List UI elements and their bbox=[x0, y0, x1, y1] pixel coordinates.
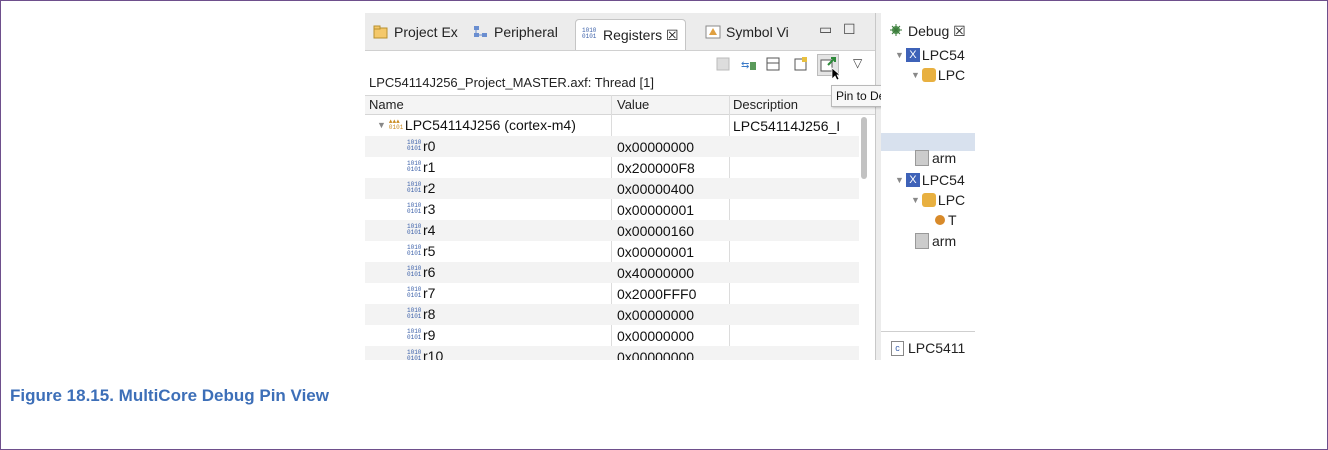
table-row[interactable]: 1010 0101 r9 0x00000000 bbox=[365, 325, 859, 346]
maximize-button[interactable]: ☐ bbox=[843, 21, 856, 38]
thread-context-label: LPC54114J256_Project_MASTER.axf: Thread … bbox=[369, 75, 654, 90]
register-name: 1010 0101 r6 bbox=[407, 264, 436, 280]
binary-icon: 1010 0101 bbox=[407, 349, 422, 361]
registers-toolbar: ⇆ ▽ bbox=[365, 51, 875, 81]
binary-icon: 1010 0101 bbox=[407, 139, 422, 152]
c-file-icon: c bbox=[891, 340, 904, 356]
register-value[interactable]: 0x00000000 bbox=[617, 307, 694, 323]
number-format-icon[interactable]: ⇆ bbox=[741, 56, 757, 72]
symbol-icon bbox=[705, 25, 721, 39]
peripheral-icon bbox=[473, 25, 489, 39]
binary-icon: 1010 0101 bbox=[407, 265, 422, 278]
layout-icon[interactable] bbox=[765, 56, 781, 72]
vertical-scrollbar[interactable] bbox=[861, 117, 867, 179]
process-icon bbox=[921, 68, 936, 82]
file-icon bbox=[915, 233, 929, 249]
table-row[interactable]: 1010 0101 r3 0x00000001 bbox=[365, 199, 859, 220]
table-row[interactable]: 1010 0101 r4 0x00000160 bbox=[365, 220, 859, 241]
binary-icon: 1010 0101 bbox=[407, 181, 422, 194]
tab-symbol-viewer[interactable]: Symbol Vi bbox=[705, 20, 789, 44]
column-description-header[interactable]: Description bbox=[733, 97, 798, 112]
table-row[interactable]: 1010 0101 r5 0x00000001 bbox=[365, 241, 859, 262]
register-name: 1010 0101 r3 bbox=[407, 201, 436, 217]
selection-highlight bbox=[881, 133, 975, 151]
register-group-description: LPC54114J256_I bbox=[733, 118, 841, 134]
tab-registers[interactable]: 1010 0101 Registers ☒ bbox=[575, 19, 686, 50]
tree-item-launch[interactable]: ▼ X LPC54 bbox=[895, 47, 965, 63]
figure-caption: Figure 18.15. MultiCore Debug Pin View bbox=[10, 386, 329, 405]
register-value[interactable]: 0x40000000 bbox=[617, 265, 694, 281]
debug-icon bbox=[889, 23, 903, 40]
svg-text:⇆: ⇆ bbox=[741, 60, 749, 71]
register-name: 1010 0101 r9 bbox=[407, 327, 436, 343]
column-value-header[interactable]: Value bbox=[617, 97, 649, 112]
tree-item-arm[interactable]: arm bbox=[915, 150, 956, 166]
tree-item-arm[interactable]: arm bbox=[915, 233, 956, 249]
binary-icon: 1010 0101 bbox=[407, 202, 422, 215]
binary-icon: 1010 0101 bbox=[407, 223, 422, 236]
new-view-icon[interactable] bbox=[793, 56, 809, 72]
register-name: 1010 0101 r10 bbox=[407, 348, 444, 361]
table-row[interactable]: 1010 0101 r8 0x00000000 bbox=[365, 304, 859, 325]
register-value[interactable]: 0x00000000 bbox=[617, 349, 694, 360]
table-row[interactable]: 1010 0101 r6 0x40000000 bbox=[365, 262, 859, 283]
binary-icon: 1010 0101 bbox=[407, 244, 422, 257]
registers-panel: Project Ex Peripheral 1010 0101 Registers… bbox=[365, 13, 956, 360]
binary-icon: 1010 0101 bbox=[407, 307, 422, 320]
tab-source-file[interactable]: c LPC5411 bbox=[891, 340, 965, 356]
table-row[interactable]: 1010 0101 r0 0x00000000 bbox=[365, 136, 859, 157]
minimize-button[interactable]: ▭ bbox=[819, 21, 832, 38]
register-name: 1010 0101 r5 bbox=[407, 243, 436, 259]
debug-panel: Debug ☒ ▼ X LPC54 ▼ LPC arm ▼ X LPC54 ▼ … bbox=[881, 13, 975, 360]
register-name: 1010 0101 r7 bbox=[407, 285, 436, 301]
register-value[interactable]: 0x00000001 bbox=[617, 244, 694, 260]
register-name: 1010 0101 r8 bbox=[407, 306, 436, 322]
editor-tab-area: c LPC5411 bbox=[881, 331, 975, 360]
table-row[interactable]: 1010 0101 r7 0x2000FFF0 bbox=[365, 283, 859, 304]
view-tab-bar: Project Ex Peripheral 1010 0101 Registers… bbox=[365, 13, 875, 51]
expand-arrow-icon[interactable]: ▼ bbox=[377, 120, 386, 130]
file-icon bbox=[915, 150, 929, 166]
registers-table: ▼ ▲▲▲ 0101 LPC54114J256 (cortex-m4) LPC54… bbox=[365, 115, 859, 360]
project-explorer-icon bbox=[373, 25, 389, 39]
table-row[interactable]: 1010 0101 r1 0x200000F8 bbox=[365, 157, 859, 178]
register-value[interactable]: 0x00000160 bbox=[617, 223, 694, 239]
column-name-header[interactable]: Name bbox=[369, 97, 404, 112]
registers-icon: 1010 0101 bbox=[582, 27, 597, 40]
view-menu-button[interactable]: ▽ bbox=[853, 56, 869, 72]
binary-icon: 1010 0101 bbox=[407, 160, 422, 173]
register-name: 1010 0101 r0 bbox=[407, 138, 436, 154]
register-name: 1010 0101 r4 bbox=[407, 222, 436, 238]
tab-project-explorer[interactable]: Project Ex bbox=[373, 20, 458, 44]
collapse-icon[interactable] bbox=[715, 56, 731, 72]
register-name: 1010 0101 r2 bbox=[407, 180, 436, 196]
table-header: Name Value Description bbox=[365, 95, 875, 115]
launch-icon: X bbox=[905, 173, 920, 187]
register-value[interactable]: 0x2000FFF0 bbox=[617, 286, 696, 302]
register-group-name: ▼ ▲▲▲ 0101 LPC54114J256 (cortex-m4) bbox=[377, 117, 576, 133]
table-row[interactable]: 1010 0101 r10 0x00000000 bbox=[365, 346, 859, 360]
ide-screenshot: Project Ex Peripheral 1010 0101 Registers… bbox=[365, 13, 975, 360]
cursor-icon bbox=[831, 67, 841, 81]
launch-icon: X bbox=[905, 48, 920, 62]
tab-peripheral[interactable]: Peripheral bbox=[473, 20, 558, 44]
register-value[interactable]: 0x200000F8 bbox=[617, 160, 695, 176]
tree-item-process[interactable]: ▼ LPC bbox=[911, 67, 965, 83]
tree-item-thread[interactable]: T bbox=[935, 212, 957, 228]
tab-debug[interactable]: Debug ☒ bbox=[889, 23, 966, 40]
register-name: 1010 0101 r1 bbox=[407, 159, 436, 175]
binary-icon: 1010 0101 bbox=[407, 286, 422, 299]
thread-icon bbox=[935, 215, 945, 225]
register-value[interactable]: 0x00000000 bbox=[617, 328, 694, 344]
table-row[interactable]: 1010 0101 r2 0x00000400 bbox=[365, 178, 859, 199]
register-value[interactable]: 0x00000001 bbox=[617, 202, 694, 218]
process-icon bbox=[921, 193, 936, 207]
register-value[interactable]: 0x00000000 bbox=[617, 139, 694, 155]
processor-icon: ▲▲▲ 0101 bbox=[388, 118, 404, 131]
register-value[interactable]: 0x00000400 bbox=[617, 181, 694, 197]
tree-item-process[interactable]: ▼ LPC bbox=[911, 192, 965, 208]
binary-icon: 1010 0101 bbox=[407, 328, 422, 341]
table-row[interactable]: ▼ ▲▲▲ 0101 LPC54114J256 (cortex-m4) LPC54… bbox=[365, 115, 859, 136]
tree-item-launch[interactable]: ▼ X LPC54 bbox=[895, 172, 965, 188]
